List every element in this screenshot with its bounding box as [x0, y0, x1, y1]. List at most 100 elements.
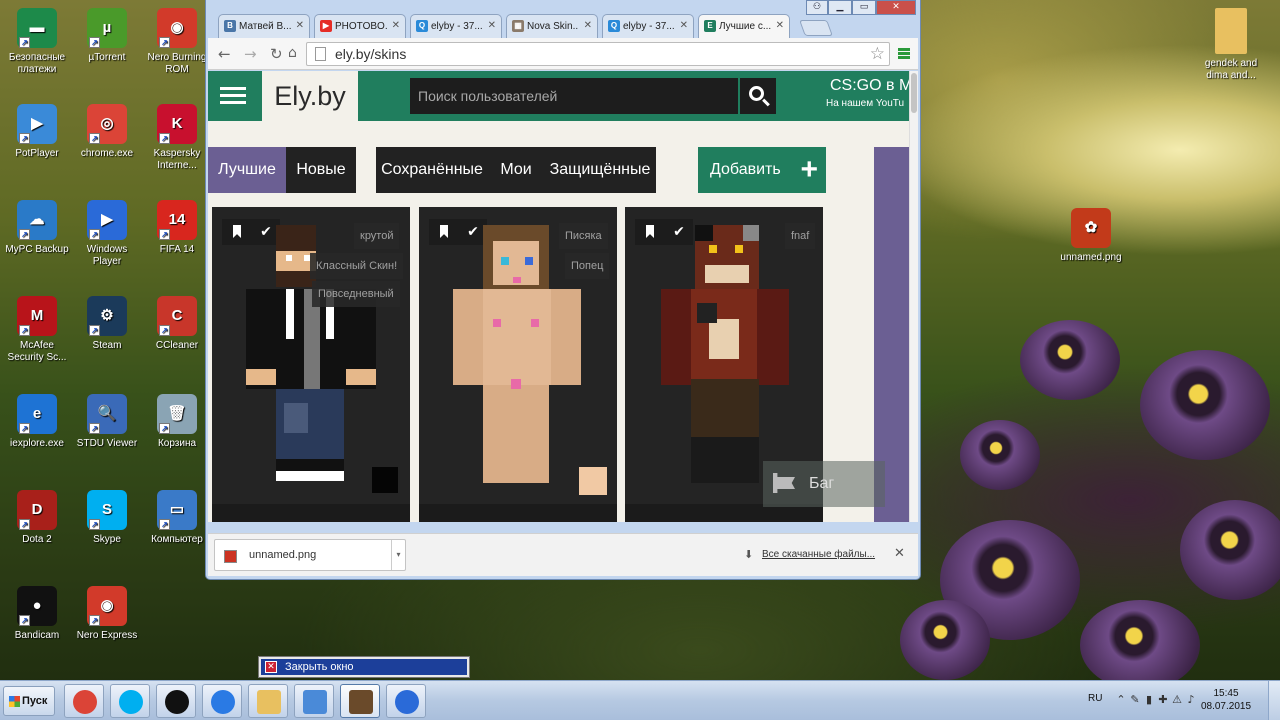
taskbar-button[interactable] — [386, 684, 426, 718]
tab-close-icon[interactable]: ✕ — [584, 20, 592, 31]
reload-icon[interactable]: ↻ — [270, 45, 283, 63]
filter-best-button[interactable]: Лучшие — [208, 147, 286, 193]
taskbar-button[interactable] — [110, 684, 150, 718]
desktop-icon[interactable]: M ↗ McAfee Security Sc... — [2, 296, 72, 364]
browser-tab[interactable]: ▶PHOTOBO... ✕ — [314, 14, 406, 38]
bookmark-icon[interactable] — [635, 219, 665, 245]
browser-tab[interactable]: Qelyby - 37... ✕ — [410, 14, 502, 38]
desktop-icon[interactable]: 🔍 ↗ STDU Viewer — [72, 394, 142, 450]
tab-close-icon[interactable]: ✕ — [296, 20, 304, 31]
filter-mine-button[interactable]: Мои — [488, 147, 544, 193]
skin-tag[interactable]: Классный Скин! — [310, 253, 404, 279]
clock[interactable]: 15:45 08.07.2015 — [1196, 687, 1256, 713]
chrome-menu-icon[interactable] — [898, 48, 910, 59]
desktop-icon[interactable]: ⚙ ↗ Steam — [72, 296, 142, 352]
add-skin-button[interactable]: Добавить + — [698, 147, 826, 193]
promo-banner[interactable]: CS:GO в Mi На нашем YouTu — [788, 71, 909, 121]
skin-tag[interactable]: крутой — [354, 223, 400, 249]
shortcut-arrow-icon: ↗ — [89, 37, 100, 48]
page-scrollbar[interactable] — [909, 71, 918, 522]
search-button[interactable] — [740, 78, 776, 114]
desktop-icon[interactable]: 🗑 ↗ Корзина — [142, 394, 212, 450]
scrollbar-thumb[interactable] — [911, 73, 917, 113]
tab-close-icon[interactable]: ✕ — [392, 20, 400, 31]
desktop-icon[interactable]: ☁ ↗ MyPC Backup — [2, 200, 72, 256]
desktop-icon[interactable]: C ↗ CCleaner — [142, 296, 212, 352]
desktop-icon[interactable]: e ↗ iexplore.exe — [2, 394, 72, 450]
desktop-icon[interactable]: K ↗ Kaspersky Interne... — [142, 104, 212, 172]
taskbar-button[interactable] — [64, 684, 104, 718]
pen-icon[interactable]: ✎ — [1128, 693, 1142, 707]
skin-tag[interactable]: Писяка — [559, 223, 608, 249]
show-hidden-icons[interactable]: ⌃ — [1114, 693, 1128, 707]
start-button[interactable]: Пуск — [3, 686, 55, 716]
browser-tab[interactable]: B Матвей В... ✕ — [218, 14, 310, 38]
close-window-jumplist[interactable]: ✕ Закрыть окно — [258, 656, 470, 678]
download-item[interactable]: unnamed.png ▾ — [214, 539, 406, 571]
skin-tag[interactable]: Попец — [565, 253, 610, 279]
desktop-icon[interactable]: S ↗ Skype — [72, 490, 142, 546]
bookmark-icon[interactable] — [222, 219, 252, 245]
chrome-taskbar-icon — [73, 690, 97, 714]
desktop-icon[interactable]: ◉ ↗ Nero Burning ROM — [142, 8, 212, 76]
desktop-icon[interactable]: ✿ unnamed.png — [1056, 208, 1126, 264]
bookmark-star-icon[interactable]: ☆ — [870, 44, 885, 64]
new-tab-button[interactable] — [799, 20, 833, 36]
desktop-icon[interactable]: 14 ↗ FIFA 14 — [142, 200, 212, 256]
forward-arrow-icon[interactable]: → — [244, 45, 257, 63]
card-footer — [212, 504, 410, 522]
user-search-input[interactable]: Поиск пользователей — [410, 78, 738, 114]
desktop-icon[interactable]: ◎ ↗ chrome.exe — [72, 104, 142, 160]
desktop-icon-label: Skype — [93, 534, 121, 545]
desktop-icon[interactable]: ◉ ↗ Nero Express — [72, 586, 142, 642]
browser-tab[interactable]: ▦ Nova Skin... ✕ — [506, 14, 598, 38]
filter-new-button[interactable]: Новые — [286, 147, 356, 193]
filter-protected-button[interactable]: Защищённые — [544, 147, 656, 193]
desktop-icon[interactable]: gendek and dima and... — [1196, 8, 1266, 82]
show-desktop-button[interactable] — [1268, 681, 1280, 720]
desktop-icon[interactable]: ▭ ↗ Компьютер — [142, 490, 212, 546]
taskbar-button[interactable] — [294, 684, 334, 718]
bookmark-icon[interactable] — [429, 219, 459, 245]
desktop-icon[interactable]: ▶ ↗ Windows Player — [72, 200, 142, 268]
taskbar-button[interactable] — [156, 684, 196, 718]
tab-close-icon[interactable]: ✕ — [488, 20, 496, 31]
browser-tab[interactable]: Qelyby - 37... ✕ — [602, 14, 694, 38]
desktop-icon[interactable]: ● ↗ Bandicam — [2, 586, 72, 642]
skin-card[interactable]: ✔ Писяка Попец — [419, 207, 617, 522]
maximize-button[interactable]: ▭ — [852, 0, 876, 15]
bug-tracker-button[interactable]: Баг трекер — [763, 461, 885, 522]
desktop-icon[interactable]: µ ↗ µTorrent — [72, 8, 142, 64]
taskbar-button[interactable] — [340, 684, 380, 718]
show-all-downloads-link[interactable]: Все скачанные файлы... — [762, 549, 875, 560]
browser-tab[interactable]: E Лучшие с... ✕ — [698, 14, 790, 38]
skin-tag[interactable]: Повседневный — [312, 281, 400, 307]
skin-card[interactable]: ✔ крутой Классный Скин! Повседневный — [212, 207, 410, 522]
desktop-icon[interactable]: ▬ ↗ Безопасные платежи — [2, 8, 72, 76]
skin-tag[interactable]: fnaf — [785, 223, 816, 249]
taskbar-button[interactable] — [248, 684, 288, 718]
hamburger-menu-icon[interactable] — [220, 87, 246, 104]
tab-close-icon[interactable]: ✕ — [776, 20, 784, 31]
tab-close-icon[interactable]: ✕ — [680, 20, 688, 31]
user-profile-icon[interactable]: ⚇ — [806, 0, 828, 15]
taskbar-button[interactable] — [202, 684, 242, 718]
address-bar[interactable]: ely.by/skins ☆ — [306, 42, 890, 66]
back-arrow-icon[interactable]: ← — [218, 45, 231, 63]
network-icon[interactable]: ✚ — [1156, 693, 1170, 707]
desktop-icon[interactable]: D ↗ Dota 2 — [2, 490, 72, 546]
battery-icon[interactable]: ▮ — [1142, 693, 1156, 707]
desktop-icon[interactable]: ▶ ↗ PotPlayer — [2, 104, 72, 160]
filter-saved-button[interactable]: Сохранённые — [376, 147, 488, 193]
chevron-down-icon[interactable]: ▾ — [391, 540, 405, 570]
home-icon[interactable]: ⌂ — [288, 45, 297, 61]
card-footer — [419, 504, 617, 522]
close-download-bar-icon[interactable]: ✕ — [894, 546, 905, 561]
action-center-icon[interactable]: ⚠ — [1170, 693, 1184, 707]
close-button[interactable]: ✕ — [876, 0, 916, 15]
checkmark-icon[interactable]: ✔ — [665, 219, 693, 245]
site-logo[interactable]: Ely.by — [262, 71, 358, 121]
minimize-button[interactable]: ▁ — [828, 0, 852, 15]
desktop-icon-label: iexplore.exe — [10, 438, 64, 449]
language-indicator[interactable]: RU — [1088, 693, 1102, 704]
